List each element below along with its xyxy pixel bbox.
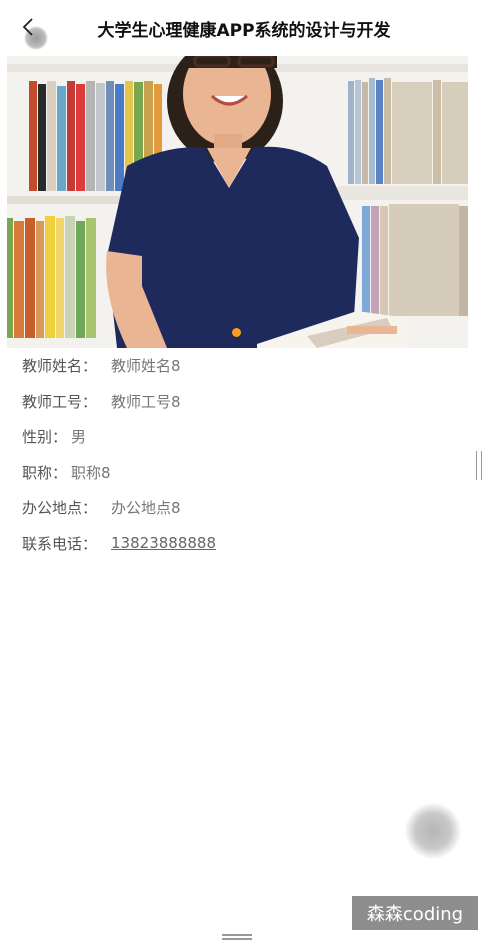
phone-link[interactable]: 13823888888 <box>111 534 216 552</box>
gender-row: 性别： 男 <box>22 419 462 455</box>
teacher-id-value: 教师工号8 <box>111 392 181 411</box>
carousel-indicator-dot[interactable] <box>232 328 241 337</box>
teacher-info-list: 教师姓名： 教师姓名8 教师工号： 教师工号8 性别： 男 职称： 职称8 办公… <box>22 348 462 561</box>
teacher-id-row: 教师工号： 教师工号8 <box>22 384 462 420</box>
field-label: 职称： <box>22 463 68 482</box>
chevron-left-icon <box>22 18 33 36</box>
office-location-value: 办公地点8 <box>111 499 181 518</box>
watermark: 森森coding <box>352 896 478 930</box>
title-row: 职称： 职称8 <box>22 455 462 491</box>
field-label: 联系电话： <box>22 534 98 553</box>
scrollbar-handle[interactable] <box>476 451 482 480</box>
home-indicator[interactable] <box>222 934 252 940</box>
office-row: 办公地点： 办公地点8 <box>22 490 462 526</box>
header-bar: 大学生心理健康APP系统的设计与开发 <box>0 0 488 56</box>
teacher-name-value: 教师姓名8 <box>111 357 181 376</box>
phone-row: 联系电话： 13823888888 <box>22 526 462 562</box>
teacher-photo-carousel[interactable] <box>7 56 468 348</box>
field-label: 教师工号： <box>22 392 98 411</box>
teacher-photo <box>7 56 468 348</box>
back-button[interactable] <box>14 12 54 52</box>
floating-action-button[interactable] <box>405 803 461 859</box>
field-label: 教师姓名： <box>22 357 98 376</box>
job-title-value: 职称8 <box>71 463 111 482</box>
page-title: 大学生心理健康APP系统的设计与开发 <box>97 21 391 41</box>
field-label: 性别： <box>22 428 68 447</box>
gender-value: 男 <box>71 428 87 447</box>
field-label: 办公地点： <box>22 499 98 518</box>
teacher-name-row: 教师姓名： 教师姓名8 <box>22 348 462 384</box>
